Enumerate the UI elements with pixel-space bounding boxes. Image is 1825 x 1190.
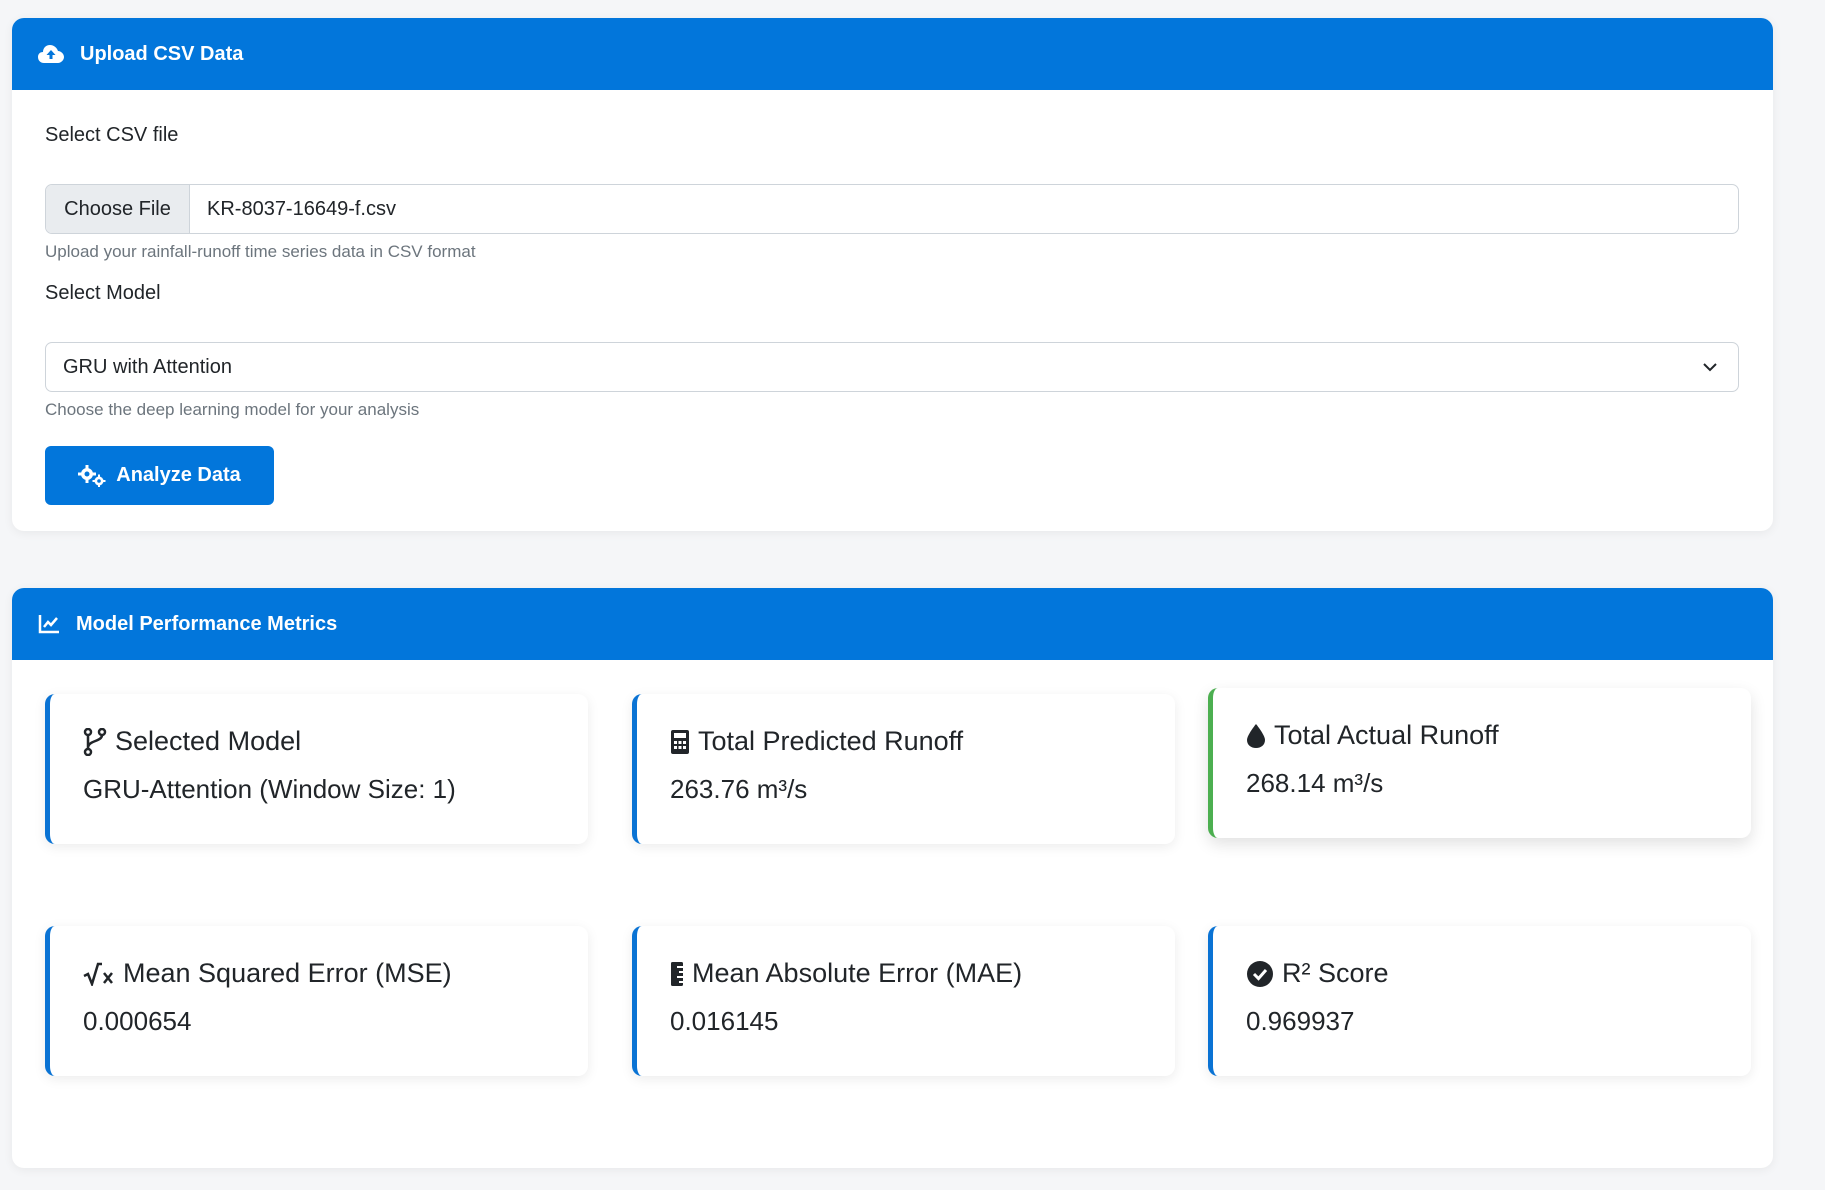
metrics-card: Model Performance Metrics Selected Model…	[12, 588, 1773, 1168]
file-name-text: KR-8037-16649-f.csv	[207, 197, 396, 220]
metrics-card-header: Model Performance Metrics	[12, 588, 1773, 660]
file-input[interactable]: Choose File KR-8037-16649-f.csv	[45, 184, 1739, 234]
file-label: Select CSV file	[45, 124, 179, 146]
calculator-icon	[671, 729, 689, 754]
upload-card-header: Upload CSV Data	[12, 18, 1773, 90]
chevron-down-icon	[1703, 363, 1717, 372]
metric-title-row: Selected Model	[83, 726, 301, 757]
metric-value: GRU-Attention (Window Size: 1)	[83, 774, 456, 804]
metric-card-selected-model: Selected Model GRU-Attention (Window Siz…	[45, 694, 588, 844]
metric-value: 263.76 m³/s	[670, 774, 808, 804]
metrics-card-title: Model Performance Metrics	[76, 612, 338, 635]
model-select[interactable]: GRU with Attention	[45, 342, 1739, 392]
metric-title-row: Total Actual Runoff	[1246, 720, 1499, 751]
analyze-data-label: Analyze Data	[116, 464, 241, 486]
model-label: Select Model	[45, 282, 161, 304]
metric-card-mae: Mean Absolute Error (MAE) 0.016145	[632, 926, 1175, 1076]
model-select-value: GRU with Attention	[63, 355, 232, 378]
metric-card-predicted-runoff: Total Predicted Runoff 263.76 m³/s	[632, 694, 1175, 844]
square-root-icon	[83, 962, 113, 986]
choose-file-button[interactable]: Choose File	[46, 185, 190, 233]
metric-title-row: Mean Squared Error (MSE)	[83, 958, 452, 989]
file-help-text: Upload your rainfall-runoff time series …	[45, 242, 476, 261]
metric-title: Total Actual Runoff	[1274, 720, 1499, 750]
cloud-upload-icon	[38, 45, 64, 63]
chart-line-icon	[38, 615, 59, 634]
metric-value: 0.969937	[1246, 1006, 1355, 1036]
code-branch-icon	[83, 727, 107, 756]
metric-title-row: R² Score	[1246, 958, 1389, 989]
metric-value: 0.000654	[83, 1006, 192, 1036]
ruler-icon	[671, 961, 683, 986]
upload-card: Upload CSV Data Select CSV file Choose F…	[12, 18, 1773, 531]
check-circle-icon	[1247, 960, 1273, 987]
metric-card-r2: R² Score 0.969937	[1208, 926, 1751, 1076]
analyze-data-button[interactable]: Analyze Data	[45, 446, 274, 505]
metric-card-actual-runoff: Total Actual Runoff 268.14 m³/s	[1208, 688, 1751, 838]
metric-title: R² Score	[1282, 958, 1389, 988]
droplet-icon	[1247, 723, 1265, 748]
metric-value: 268.14 m³/s	[1246, 768, 1384, 798]
metric-title: Selected Model	[115, 726, 302, 756]
metric-title: Mean Squared Error (MSE)	[123, 958, 452, 988]
metric-title: Mean Absolute Error (MAE)	[692, 958, 1023, 988]
metric-value: 0.016145	[670, 1006, 779, 1036]
metric-title: Total Predicted Runoff	[698, 726, 964, 756]
upload-card-title: Upload CSV Data	[80, 42, 244, 65]
gears-icon	[78, 464, 106, 487]
metric-title-row: Total Predicted Runoff	[670, 726, 963, 757]
metric-card-mse: Mean Squared Error (MSE) 0.000654	[45, 926, 588, 1076]
model-help-text: Choose the deep learning model for your …	[45, 400, 420, 419]
metric-title-row: Mean Absolute Error (MAE)	[670, 958, 1022, 989]
